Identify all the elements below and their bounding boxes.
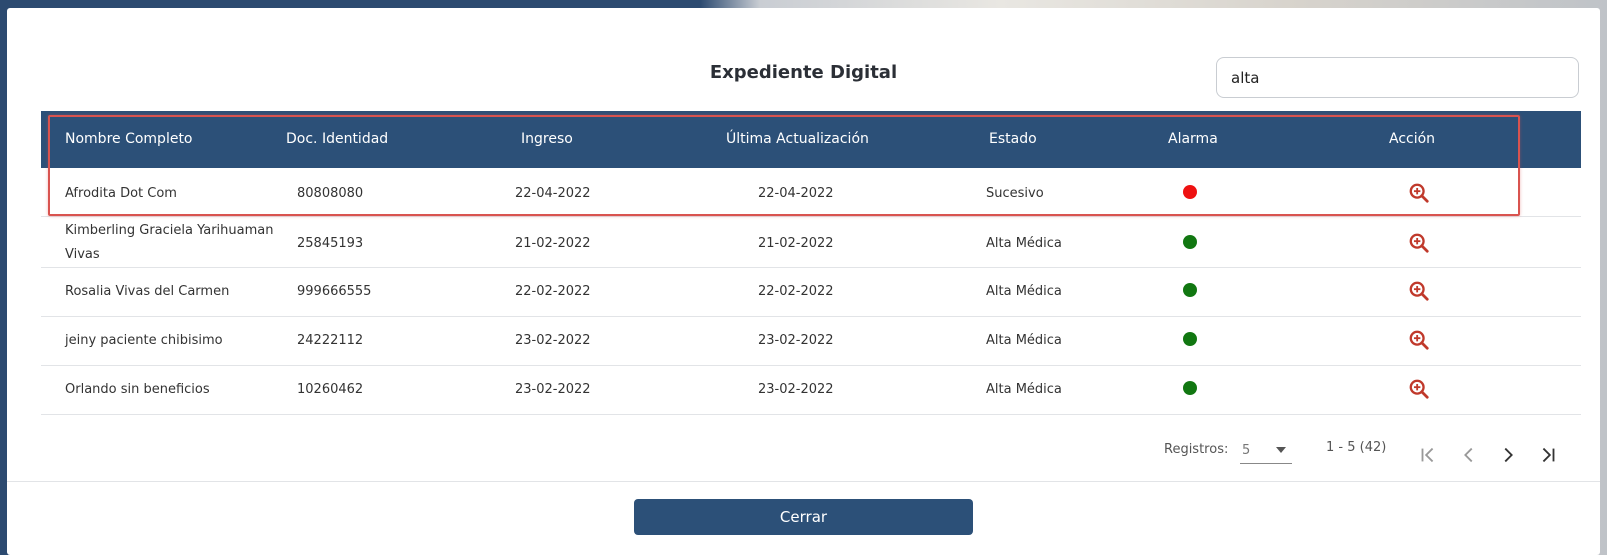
records-table: Nombre Completo Doc. Identidad Ingreso Ú… xyxy=(41,111,1581,415)
cell-actualizacion: 23-02-2022 xyxy=(758,382,834,397)
header-ingreso[interactable]: Ingreso xyxy=(521,131,573,147)
header-doc[interactable]: Doc. Identidad xyxy=(286,131,388,147)
alarm-green-dot xyxy=(1183,283,1197,297)
alarm-green-dot xyxy=(1183,332,1197,346)
cell-ingreso: 23-02-2022 xyxy=(515,333,591,348)
cell-ingreso: 21-02-2022 xyxy=(515,236,591,251)
zoom-in-icon[interactable] xyxy=(1408,182,1430,204)
cell-ingreso: 22-04-2022 xyxy=(515,186,591,201)
cell-estado: Alta Médica xyxy=(986,333,1062,348)
cell-estado: Alta Médica xyxy=(986,382,1062,397)
table-header: Nombre Completo Doc. Identidad Ingreso Ú… xyxy=(41,111,1581,168)
table-row: Kimberling Graciela Yarihuaman Vivas 258… xyxy=(41,217,1581,268)
header-accion: Acción xyxy=(1389,131,1436,147)
alarm-red-dot xyxy=(1183,185,1197,199)
previous-page-icon[interactable] xyxy=(1458,444,1480,466)
table-row: Afrodita Dot Com 80808080 22-04-2022 22-… xyxy=(41,168,1581,217)
cell-nombre: jeiny paciente chibisimo xyxy=(65,333,223,348)
cell-doc: 25845193 xyxy=(297,236,364,251)
cell-actualizacion: 21-02-2022 xyxy=(758,236,834,251)
zoom-in-icon[interactable] xyxy=(1408,329,1430,351)
header-alarma[interactable]: Alarma xyxy=(1168,131,1218,147)
search-input[interactable] xyxy=(1216,57,1579,98)
header-estado[interactable]: Estado xyxy=(989,131,1037,147)
cell-actualizacion: 22-02-2022 xyxy=(758,284,834,299)
header-nombre[interactable]: Nombre Completo xyxy=(65,131,193,147)
cell-ingreso: 23-02-2022 xyxy=(515,382,591,397)
cell-doc: 80808080 xyxy=(297,186,364,201)
cell-nombre: Afrodita Dot Com xyxy=(65,186,177,201)
alarm-green-dot xyxy=(1183,235,1197,249)
table-row: jeiny paciente chibisimo 24222112 23-02-… xyxy=(41,317,1581,366)
next-page-icon[interactable] xyxy=(1497,444,1519,466)
cell-doc: 999666555 xyxy=(297,284,372,299)
table-row: Orlando sin beneficios 10260462 23-02-20… xyxy=(41,366,1581,415)
cell-nombre: Orlando sin beneficios xyxy=(65,382,210,397)
cell-doc: 24222112 xyxy=(297,333,364,348)
cell-doc: 10260462 xyxy=(297,382,364,397)
cell-nombre-line2: Vivas xyxy=(65,247,100,262)
last-page-icon[interactable] xyxy=(1537,444,1559,466)
cell-estado: Alta Médica xyxy=(986,284,1062,299)
first-page-icon[interactable] xyxy=(1417,444,1439,466)
cell-actualizacion: 23-02-2022 xyxy=(758,333,834,348)
cell-ingreso: 22-02-2022 xyxy=(515,284,591,299)
footer-divider xyxy=(7,481,1600,482)
page-size-select[interactable]: 5 xyxy=(1240,442,1292,464)
page-size-value: 5 xyxy=(1242,443,1251,458)
expediente-modal: Expediente Digital Nombre Completo Doc. … xyxy=(7,8,1600,555)
cell-nombre: Rosalia Vivas del Carmen xyxy=(65,284,230,299)
chevron-down-icon xyxy=(1276,447,1286,453)
zoom-in-icon[interactable] xyxy=(1408,280,1430,302)
zoom-in-icon[interactable] xyxy=(1408,232,1430,254)
cell-estado: Sucesivo xyxy=(986,186,1044,201)
cell-nombre-line1: Kimberling Graciela Yarihuaman xyxy=(65,223,274,238)
cell-actualizacion: 22-04-2022 xyxy=(758,186,834,201)
zoom-in-icon[interactable] xyxy=(1408,378,1430,400)
alarm-green-dot xyxy=(1183,381,1197,395)
header-actualizacion[interactable]: Última Actualización xyxy=(726,131,869,147)
cell-estado: Alta Médica xyxy=(986,236,1062,251)
registros-label: Registros: xyxy=(1164,442,1229,457)
close-button[interactable]: Cerrar xyxy=(634,499,973,535)
page-range: 1 - 5 (42) xyxy=(1326,440,1387,455)
table-row: Rosalia Vivas del Carmen 999666555 22-02… xyxy=(41,268,1581,317)
